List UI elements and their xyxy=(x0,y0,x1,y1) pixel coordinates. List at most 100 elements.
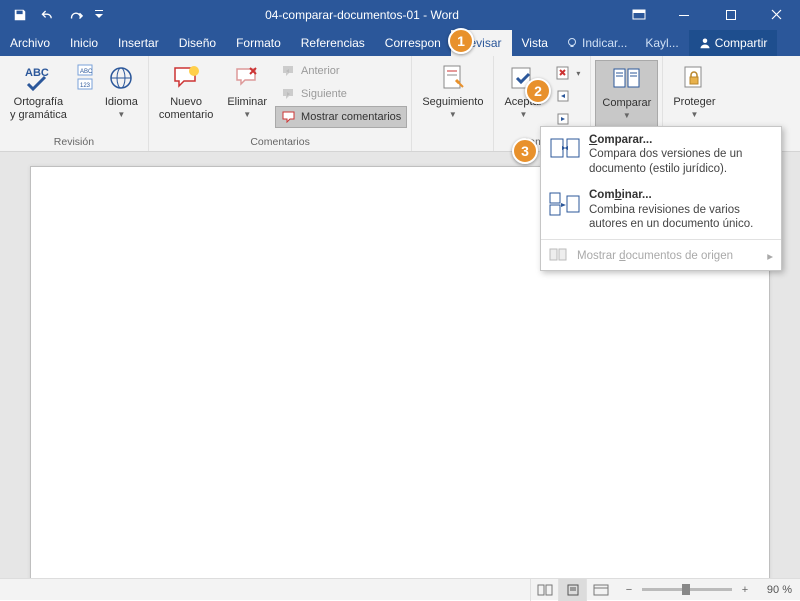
title-bar: 04-comparar-documentos-01 - Word xyxy=(0,0,800,30)
thesaurus-button[interactable]: ABC 123 xyxy=(75,60,97,134)
user-name[interactable]: Kayl... xyxy=(635,30,688,56)
dropdown-separator xyxy=(541,239,781,240)
show-comments-icon xyxy=(281,109,297,125)
mostrar-origen-label: Mostrar documentos de origen xyxy=(577,250,733,262)
tab-formato[interactable]: Formato xyxy=(226,30,291,56)
delete-comment-icon xyxy=(231,62,263,94)
print-layout-button[interactable] xyxy=(558,579,586,601)
protect-label: Proteger xyxy=(673,96,715,109)
language-label: Idioma xyxy=(105,96,138,109)
svg-text:ABC: ABC xyxy=(80,69,93,75)
new-comment-button[interactable]: Nuevo comentario xyxy=(153,60,219,134)
svg-text:ABC: ABC xyxy=(25,67,49,79)
compare-button[interactable]: Comparar ▼ xyxy=(595,60,658,134)
lightbulb-icon xyxy=(566,37,578,49)
chevron-down-icon: ▼ xyxy=(690,110,698,119)
chevron-down-icon: ▼ xyxy=(117,110,125,119)
close-button[interactable] xyxy=(754,0,800,30)
next-icon xyxy=(281,86,297,102)
chevron-down-icon: ▼ xyxy=(449,110,457,119)
language-button[interactable]: Idioma ▼ xyxy=(99,60,144,134)
tab-insertar[interactable]: Insertar xyxy=(108,30,169,56)
zoom-out-button[interactable]: − xyxy=(622,584,636,596)
status-bar: − + 90 % xyxy=(0,578,800,600)
previous-label: Anterior xyxy=(301,65,340,77)
zoom-slider[interactable] xyxy=(642,588,732,591)
dropdown-item-combinar[interactable]: Combinar... Combina revisiones de varios… xyxy=(541,182,781,237)
reject-button[interactable]: ▾ xyxy=(550,62,586,84)
dropdown-item-mostrar-origen: Mostrar documentos de origen ▸ xyxy=(541,242,781,270)
zoom-value[interactable]: 90 % xyxy=(752,584,792,596)
delete-comment-button[interactable]: Eliminar ▼ xyxy=(221,60,273,134)
spelling-label: Ortografía y gramática xyxy=(10,96,67,121)
tab-archivo[interactable]: Archivo xyxy=(0,30,60,56)
new-comment-label: Nuevo comentario xyxy=(159,96,213,121)
svg-text:123: 123 xyxy=(80,83,91,89)
maximize-button[interactable] xyxy=(708,0,754,30)
spelling-icon: ABC xyxy=(22,62,54,94)
compare-label: Comparar xyxy=(602,97,651,110)
callout-marker-1: 1 xyxy=(448,28,474,54)
view-mode-buttons xyxy=(530,579,614,601)
minimize-button[interactable] xyxy=(662,0,708,30)
read-mode-button[interactable] xyxy=(530,579,558,601)
window-title: 04-comparar-documentos-01 - Word xyxy=(108,8,616,22)
delete-comment-label: Eliminar xyxy=(227,96,267,109)
tab-referencias[interactable]: Referencias xyxy=(291,30,375,56)
compare-item-icon xyxy=(549,133,581,165)
qat-customize-button[interactable] xyxy=(90,0,108,30)
group-label-comentarios: Comentarios xyxy=(149,134,411,151)
group-revision: ABC Ortografía y gramática ABC 123 Idioma… xyxy=(0,56,149,151)
tab-correspondencia[interactable]: Correspon xyxy=(375,30,451,56)
zoom-in-button[interactable]: + xyxy=(738,584,752,596)
window-controls xyxy=(662,0,800,30)
previous-icon xyxy=(281,63,297,79)
group-seguimiento: Seguimiento ▼ xyxy=(412,56,494,151)
quick-access-toolbar xyxy=(0,0,108,30)
next-comment-button: Siguiente xyxy=(275,83,407,105)
combinar-title: Combinar... xyxy=(589,188,773,202)
thesaurus-icon: ABC 123 xyxy=(77,62,95,94)
tab-vista[interactable]: Vista xyxy=(512,30,558,56)
save-button[interactable] xyxy=(6,0,34,30)
track-changes-label: Seguimiento xyxy=(422,96,483,109)
combine-item-icon xyxy=(549,188,581,220)
chevron-down-icon: ▼ xyxy=(243,110,251,119)
show-source-icon xyxy=(549,248,569,264)
show-comments-label: Mostrar comentarios xyxy=(301,111,401,123)
spelling-grammar-button[interactable]: ABC Ortografía y gramática xyxy=(4,60,73,134)
compare-dropdown: Comparar... Compara dos versiones de un … xyxy=(540,126,782,271)
previous-change-button[interactable] xyxy=(550,85,586,107)
callout-marker-3: 3 xyxy=(512,138,538,164)
previous-comment-button: Anterior xyxy=(275,60,407,82)
ribbon-display-options[interactable] xyxy=(616,0,662,30)
callout-marker-2: 2 xyxy=(525,78,551,104)
web-layout-button[interactable] xyxy=(586,579,614,601)
group-comentarios: Nuevo comentario Eliminar ▼ Anterior Sig… xyxy=(149,56,412,151)
prev-change-icon xyxy=(556,88,572,104)
redo-button[interactable] xyxy=(62,0,90,30)
chevron-down-icon: ▼ xyxy=(519,110,527,119)
group-label-revision: Revisión xyxy=(0,134,148,151)
undo-button[interactable] xyxy=(34,0,62,30)
comparar-desc: Compara dos versiones de un documento (e… xyxy=(589,147,773,176)
share-button[interactable]: Compartir xyxy=(689,30,778,56)
combinar-desc: Combina revisiones de varios autores en … xyxy=(589,203,773,232)
chevron-down-icon: ▼ xyxy=(623,111,631,120)
comparar-title: Comparar... xyxy=(589,133,773,147)
group-label-seguimiento xyxy=(412,134,493,151)
show-comments-button[interactable]: Mostrar comentarios xyxy=(275,106,407,128)
protect-button[interactable]: Proteger ▼ xyxy=(667,60,721,134)
protect-icon xyxy=(678,62,710,94)
next-label: Siguiente xyxy=(301,88,347,100)
compare-icon xyxy=(611,63,643,95)
dropdown-item-comparar[interactable]: Comparar... Compara dos versiones de un … xyxy=(541,127,781,182)
tab-inicio[interactable]: Inicio xyxy=(60,30,108,56)
language-icon xyxy=(105,62,137,94)
zoom-control: − + xyxy=(622,584,752,596)
tab-diseno[interactable]: Diseño xyxy=(169,30,226,56)
tell-me-search[interactable]: Indicar... xyxy=(558,30,635,56)
track-changes-button[interactable]: Seguimiento ▼ xyxy=(416,60,489,134)
person-icon xyxy=(699,37,711,49)
ribbon-tabs: Archivo Inicio Insertar Diseño Formato R… xyxy=(0,30,800,56)
